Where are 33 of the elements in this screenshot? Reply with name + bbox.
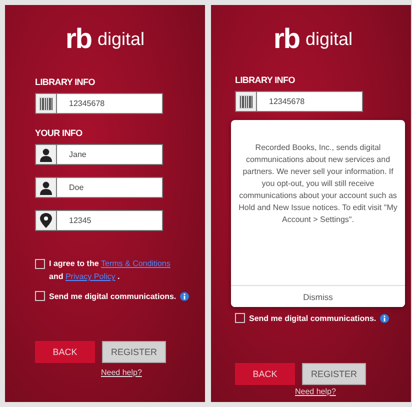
popup-message: Recorded Books, Inc., sends digital communications about new services and partners. We never sell your information. If you opt-out, you will still receive communications about your account such as Hold and New Issue notices. To edit visit "My Account > Settings".	[238, 142, 398, 226]
text-field[interactable]: 12345678	[35, 93, 163, 114]
register-button[interactable]: REGISTER	[302, 363, 366, 385]
logo-mark: rb	[65, 25, 92, 53]
info-icon[interactable]	[180, 292, 190, 300]
text-field[interactable]: Jane	[35, 144, 163, 165]
register-button[interactable]: REGISTER	[102, 341, 166, 363]
checkbox[interactable]	[35, 291, 45, 301]
barcode-icon	[39, 96, 53, 110]
back-button[interactable]: BACK	[35, 341, 95, 363]
dismiss-button[interactable]: Dismiss	[231, 285, 405, 307]
back-button[interactable]: BACK	[235, 363, 295, 385]
text-field[interactable]: Doe	[35, 177, 163, 198]
person-icon	[39, 180, 53, 194]
checkbox[interactable]	[35, 259, 45, 269]
text-field[interactable]: 12345	[35, 210, 163, 231]
location-pin-icon	[40, 213, 52, 228]
agreement-text: I agree to the Terms & Conditions and Privacy Policy .	[49, 258, 172, 283]
logo-wordmark: digital	[305, 30, 353, 48]
section-label: LIBRARY INFO	[35, 77, 96, 87]
section-label: LIBRARY INFO	[235, 75, 296, 85]
text-field[interactable]: 12345678	[235, 91, 363, 112]
logo-wordmark: digital	[97, 30, 145, 48]
checkbox[interactable]	[235, 313, 245, 323]
logo-mark: rb	[273, 25, 300, 53]
help-link[interactable]: Need help?	[295, 387, 336, 396]
checkbox-label: Send me digital communications.	[249, 314, 376, 322]
person-icon	[39, 148, 53, 162]
barcode-icon	[239, 94, 253, 108]
section-label: YOUR INFO	[35, 128, 84, 138]
info-icon[interactable]	[380, 314, 390, 322]
checkbox-label: Send me digital communications.	[49, 292, 176, 300]
help-link[interactable]: Need help?	[101, 368, 142, 377]
